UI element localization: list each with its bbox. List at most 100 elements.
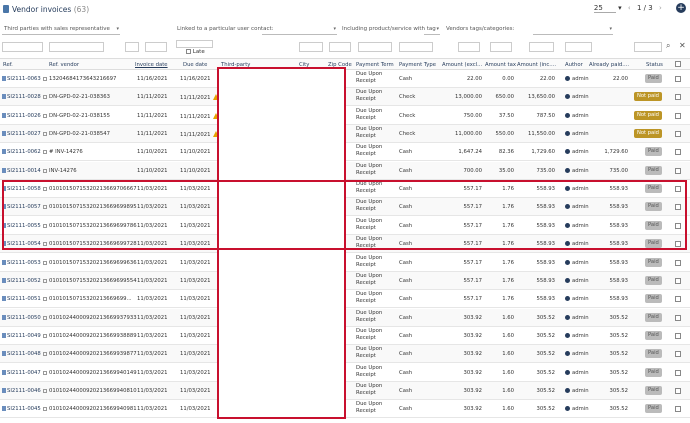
invoice-ref-link[interactable]: SI2111-0050 [2, 314, 47, 321]
author-link[interactable]: admin [565, 131, 589, 137]
amount-ttc-search-input[interactable] [529, 42, 554, 52]
author-link[interactable]: admin [565, 387, 589, 394]
payment-term-select[interactable] [358, 42, 392, 52]
invoice-ref-link[interactable]: SI2111-0053 [2, 259, 47, 266]
author-link[interactable]: admin [565, 314, 589, 321]
author-link[interactable]: admin [565, 112, 589, 119]
note-icon[interactable] [42, 278, 47, 283]
invoice-ref-link[interactable]: SI2111-0063 [2, 76, 47, 82]
sales-rep-filter[interactable]: Third parties with sales representative ▾ [2, 25, 120, 35]
row-checkbox[interactable] [675, 387, 681, 394]
author-link[interactable]: admin [565, 296, 589, 302]
note-icon[interactable] [42, 352, 47, 357]
author-link[interactable]: admin [565, 259, 589, 266]
note-icon[interactable] [42, 150, 47, 155]
prev-page-icon[interactable]: ‹ [628, 4, 631, 12]
invoice-ref-link[interactable]: SI2111-0051 [2, 296, 47, 302]
linked-contact-select[interactable]: ▾ [262, 25, 337, 35]
due-date-select[interactable] [176, 40, 213, 48]
invoice-ref-link[interactable]: SI2111-0052 [2, 277, 47, 284]
clear-filter-icon[interactable]: ✕ [679, 41, 686, 50]
col-due-date[interactable]: Due date [183, 62, 207, 68]
col-invoice-date[interactable]: Invoice date [135, 62, 168, 68]
row-checkbox[interactable] [675, 314, 681, 321]
note-icon[interactable] [42, 95, 47, 100]
current-page[interactable]: 1 [637, 4, 641, 12]
note-icon[interactable] [42, 407, 47, 412]
row-checkbox[interactable] [675, 351, 681, 358]
note-icon[interactable] [42, 370, 47, 375]
next-page-icon[interactable]: › [659, 4, 662, 12]
invoice-ref-link[interactable]: SI2111-0049 [2, 332, 47, 339]
invoice-ref-link[interactable]: SI2111-0026 [2, 112, 47, 119]
invoice-year-select[interactable] [145, 42, 167, 52]
row-checkbox[interactable] [675, 94, 681, 101]
invoice-ref-link[interactable]: SI2111-0014 [2, 167, 47, 174]
ref-vendor-search-input[interactable] [49, 42, 104, 52]
author-link[interactable]: admin [565, 332, 589, 339]
author-link[interactable]: admin [565, 277, 589, 284]
invoice-ref-link[interactable]: SI2111-0027 [2, 131, 47, 137]
zip-search-input[interactable] [329, 42, 351, 52]
note-icon[interactable] [42, 260, 47, 265]
author-link[interactable]: admin [565, 76, 589, 82]
note-icon[interactable] [42, 315, 47, 320]
author-link[interactable]: admin [565, 167, 589, 174]
note-icon[interactable] [42, 388, 47, 393]
ref-search-input[interactable] [2, 42, 43, 52]
author-search-input[interactable] [565, 42, 592, 52]
row-checkbox[interactable] [675, 76, 681, 82]
invoice-ref-link[interactable]: SI2111-0045 [2, 406, 47, 412]
author-link[interactable]: admin [565, 369, 589, 376]
note-icon[interactable] [42, 168, 47, 173]
col-payment-type[interactable]: Payment Type [399, 62, 436, 68]
col-author[interactable]: Author [565, 62, 583, 68]
payment-type-select[interactable] [399, 42, 433, 52]
invoice-month-input[interactable] [125, 42, 139, 52]
invoice-ref-link[interactable]: SI2111-0048 [2, 351, 47, 357]
row-checkbox[interactable] [675, 296, 681, 303]
row-checkbox[interactable] [675, 167, 681, 174]
note-icon[interactable] [42, 113, 47, 118]
invoice-ref-link[interactable]: SI2111-0047 [2, 369, 47, 376]
author-link[interactable]: admin [565, 149, 589, 155]
add-invoice-button[interactable]: + [676, 3, 686, 13]
author-link[interactable]: admin [565, 406, 589, 412]
late-checkbox[interactable] [186, 49, 191, 54]
late-filter[interactable]: Late [186, 49, 205, 55]
amount-tax-search-input[interactable] [490, 42, 512, 52]
select-all-checkbox[interactable] [675, 61, 681, 67]
col-status[interactable]: Status [646, 62, 663, 68]
amount-ht-search-input[interactable] [458, 42, 480, 52]
col-amount-ht[interactable]: Amount (excl... [442, 62, 482, 68]
col-amount-ttc[interactable]: Amount (inc.... [517, 62, 556, 68]
note-icon[interactable] [42, 333, 47, 338]
author-link[interactable]: admin [565, 94, 589, 100]
row-checkbox[interactable] [675, 259, 681, 266]
row-checkbox[interactable] [675, 369, 681, 376]
note-icon[interactable] [42, 77, 47, 81]
city-search-input[interactable] [299, 42, 323, 52]
col-amount-tax[interactable]: Amount tax [485, 62, 516, 68]
row-checkbox[interactable] [675, 149, 681, 156]
col-ref[interactable]: Ref. [3, 62, 13, 68]
invoice-ref-link[interactable]: SI2111-0028 [2, 94, 47, 100]
note-icon[interactable] [42, 132, 47, 137]
col-already-paid[interactable]: Already paid.... [589, 62, 629, 68]
row-checkbox[interactable] [675, 332, 681, 339]
row-checkbox[interactable] [675, 406, 681, 413]
row-checkbox[interactable] [675, 277, 681, 284]
col-ref-vendor[interactable]: Ref. vendor [49, 62, 79, 68]
row-checkbox[interactable] [675, 131, 681, 138]
invoice-ref-link[interactable]: SI2111-0046 [2, 387, 47, 394]
product-tag-select[interactable]: ▾ [424, 25, 440, 35]
status-select[interactable] [634, 42, 662, 52]
row-checkbox[interactable] [675, 112, 681, 119]
author-link[interactable]: admin [565, 351, 589, 357]
search-icon[interactable]: ⌕ [666, 41, 670, 51]
vendor-tags-select[interactable]: ▾ [533, 25, 613, 35]
invoice-ref-link[interactable]: SI2111-0062 [2, 149, 47, 155]
page-size-select[interactable]: 25 [593, 4, 616, 13]
col-payment-term[interactable]: Payment Term [356, 62, 394, 68]
note-icon[interactable] [42, 297, 47, 302]
